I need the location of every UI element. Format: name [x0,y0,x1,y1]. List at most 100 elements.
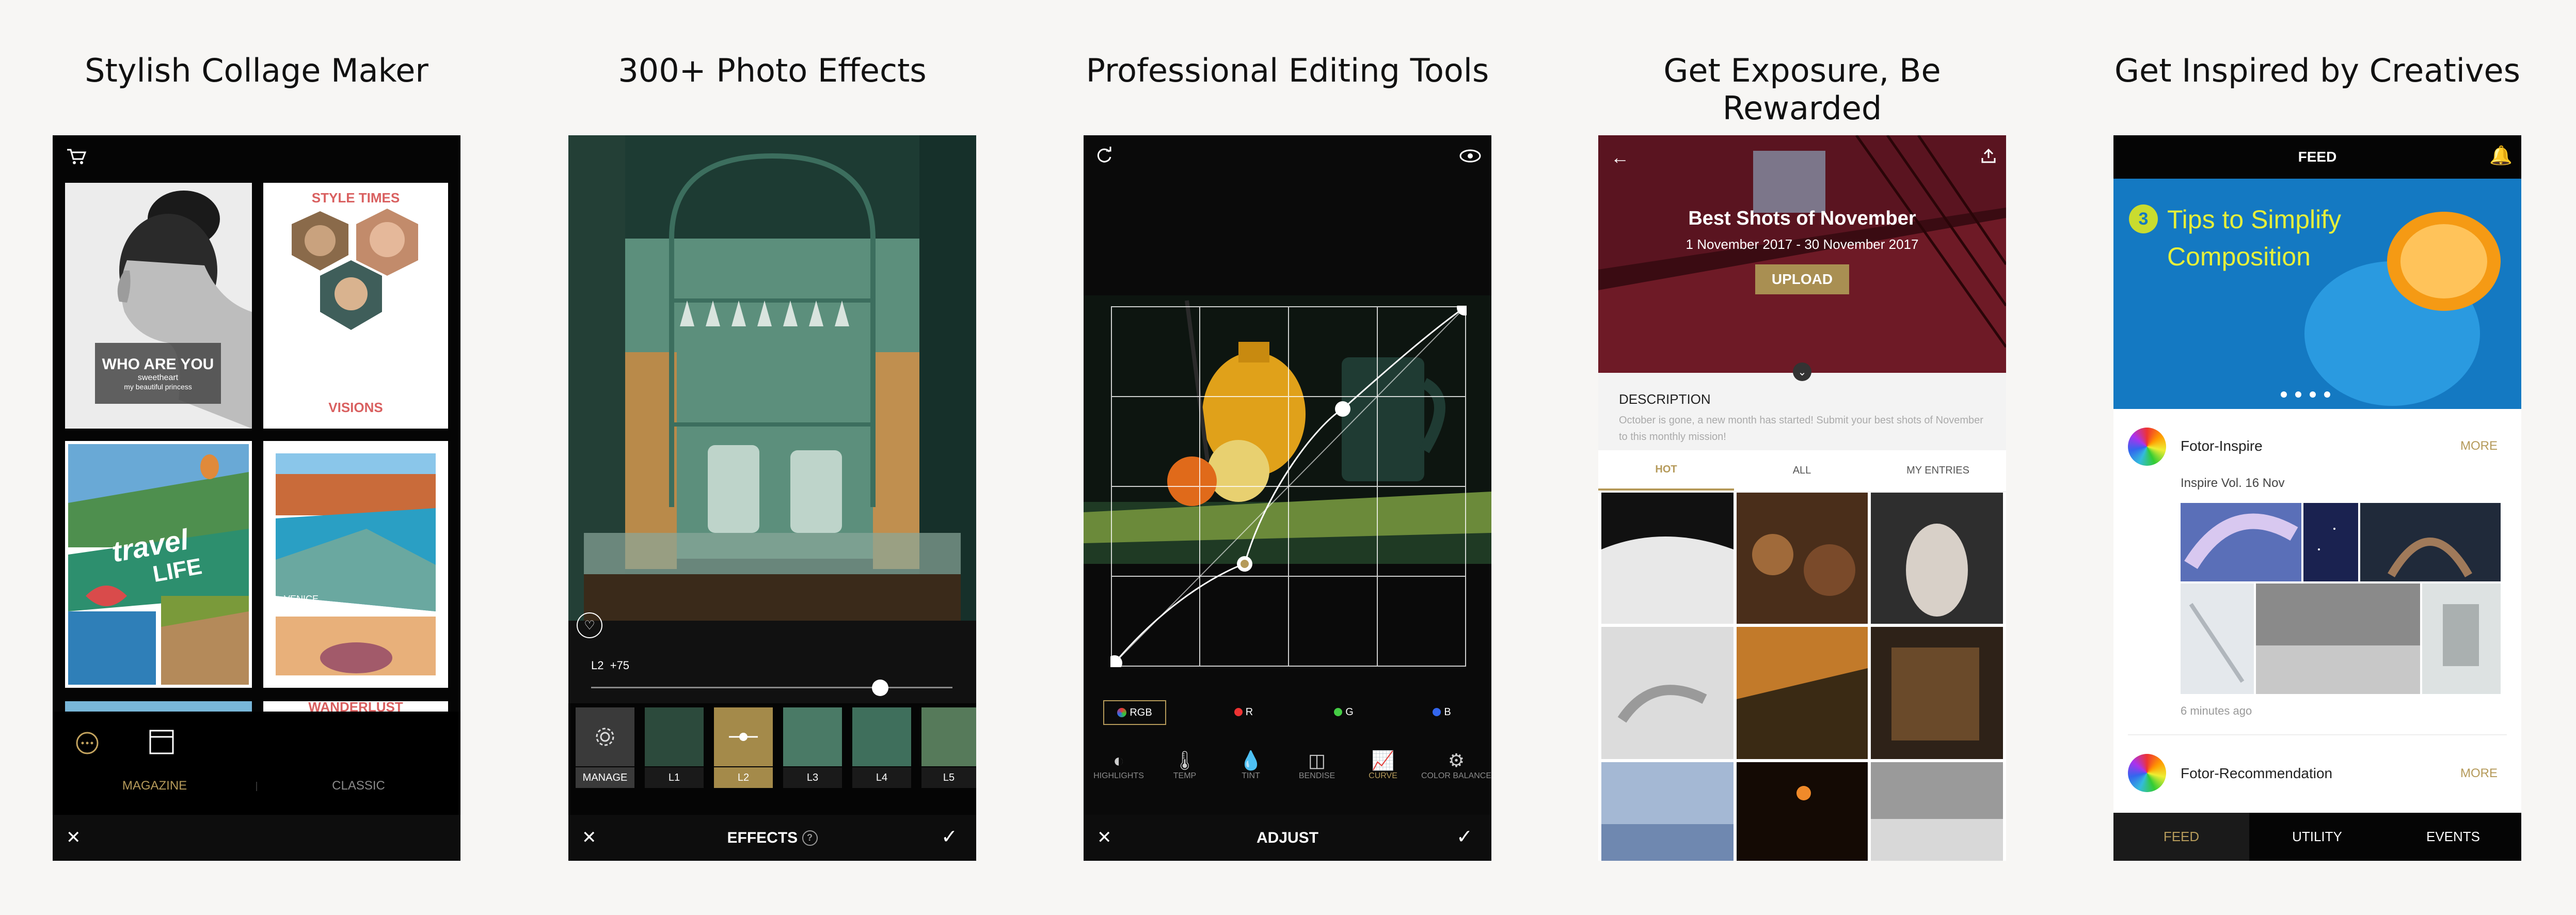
grid-photo-2[interactable] [1737,493,1868,624]
caption-effects: 300+ Photo Effects [618,52,927,89]
layout-icon[interactable] [149,729,174,755]
post2-user[interactable]: Fotor-Recommendation [2181,765,2332,782]
fotor-recommendation-avatar[interactable] [2128,754,2166,792]
tool-tint[interactable]: 💧 TINT [1225,750,1277,781]
share-icon[interactable] [1980,148,1997,164]
red-dot-icon [1234,708,1243,716]
post1-photo-5[interactable] [2256,583,2420,694]
effect-strength-slider-track[interactable] [591,687,952,688]
manage-tile[interactable] [576,707,634,766]
chevron-down-icon[interactable]: ⌄ [1793,362,1811,381]
card-line1: sweetheart [137,373,179,382]
color-balance-icon: ⚙ [1448,750,1465,771]
effect-strength-slider-thumb[interactable] [872,680,888,696]
post1-photo-1[interactable] [2181,503,2301,581]
description-label: DESCRIPTION [1619,391,1711,407]
reset-icon[interactable] [1095,147,1114,165]
caption-events: Get Exposure, Be Rewarded [1663,52,1941,127]
grid-photo-7[interactable] [1601,762,1734,861]
cart-icon[interactable] [66,148,87,165]
panel-adjust: Professional Editing Tools RGB R G B ◐ H… [1084,0,1491,915]
grid-photo-8[interactable] [1737,762,1868,861]
channel-rgb[interactable]: RGB [1103,700,1166,725]
tab-hot[interactable]: HOT [1598,450,1734,491]
effect-thumb-l3[interactable] [783,707,842,766]
event-title: Best Shots of November [1688,208,1916,229]
panel-feed: Get Inspired by Creatives FEED 🔔 3 Tips … [2113,0,2521,915]
effect-thumb-l2-selected[interactable] [714,707,773,766]
bell-icon[interactable]: 🔔 [2489,145,2513,166]
phone-feed: FEED 🔔 3 Tips to Simplify Composition Fo… [2113,135,2521,861]
description-text: October is gone, a new month has started… [1619,415,1983,443]
close-icon[interactable]: ✕ [66,827,81,848]
venice-label: VENICE [284,594,319,604]
tab-all[interactable]: ALL [1734,450,1870,491]
tool-bendise[interactable]: ◫ BENDISE [1291,750,1343,781]
slider-adjust-icon [729,733,758,741]
post1-user[interactable]: Fotor-Inspire [2181,438,2263,454]
collage-card-venice[interactable]: VENICE [263,441,448,688]
feed-divider [2128,734,2507,735]
panel-events: Get Exposure, Be Rewarded ← Best Shots o… [1598,0,2006,915]
tab-my-entries[interactable]: MY ENTRIES [1870,450,2006,491]
wanderlust-label: WANDERLUST [308,701,403,712]
card2-footer: VISIONS [328,400,383,415]
nav-feed[interactable]: FEED [2113,813,2249,861]
post1-photo-6[interactable] [2422,583,2501,694]
favorite-heart-icon[interactable]: ♡ [577,612,602,638]
collage-card-travel[interactable]: travel LIFE [65,441,252,688]
thumb-label-manage: MANAGE [576,767,634,788]
tool-color-balance[interactable]: ⚙ COLOR BALANCE [1420,750,1491,781]
thumb-label-l1: L1 [645,767,704,788]
channel-g[interactable]: G [1328,703,1359,721]
tone-curve-grid[interactable] [1110,306,1467,667]
post1-more-link[interactable]: MORE [2460,439,2498,453]
preview-eye-icon[interactable] [1459,149,1481,163]
effect-thumb-l1[interactable] [645,707,704,766]
confirm-check-icon[interactable]: ✓ [1456,825,1473,848]
post2-more-link[interactable]: MORE [2460,766,2498,781]
card-line2: my beautiful princess [124,383,192,391]
effect-thumb-l4[interactable] [852,707,911,766]
collage-card-partial-right[interactable]: WANDERLUST [263,701,448,712]
tool-highlights[interactable]: ◐ HIGHLIGHTS [1093,750,1144,781]
feed-banner[interactable]: 3 Tips to Simplify Composition [2113,179,2521,409]
tab-classic[interactable]: CLASSIC [257,779,460,793]
collage-card-partial-left[interactable] [65,701,252,712]
grid-photo-3[interactable] [1871,493,2003,624]
post1-photo-4[interactable] [2181,583,2254,694]
highlights-icon: ◐ [1113,750,1124,771]
back-arrow-icon[interactable]: ← [1611,147,1629,168]
tool-temp[interactable]: 🌡 TEMP [1159,750,1211,781]
upload-button[interactable]: UPLOAD [1755,264,1849,294]
banner-line1: Tips to Simplify [2167,205,2342,234]
help-icon[interactable]: ? [802,830,818,846]
caption-feed: Get Inspired by Creatives [2114,52,2520,89]
tab-magazine[interactable]: MAGAZINE [53,779,257,793]
post1-time: 6 minutes ago [2181,704,2252,717]
grid-photo-9[interactable] [1871,762,2003,861]
collage-card-portrait[interactable]: WHO ARE YOU sweetheart my beautiful prin… [65,183,252,429]
nav-utility[interactable]: UTILITY [2249,813,2385,861]
feed-header-title: FEED [2298,149,2337,165]
confirm-check-icon[interactable]: ✓ [941,825,958,848]
event-dates: 1 November 2017 - 30 November 2017 [1685,236,1919,252]
effect-thumb-l5[interactable] [921,707,976,766]
grid-photo-6[interactable] [1871,627,2003,759]
grid-photo-4[interactable] [1601,627,1734,759]
more-icon[interactable] [75,731,99,755]
grid-photo-5[interactable] [1737,627,1868,759]
post1-photo-3[interactable] [2360,503,2501,581]
feed-bottom-nav: FEED UTILITY EVENTS [2113,813,2521,861]
banner-number-badge: 3 [2129,204,2158,233]
events-tabs: HOT ALL MY ENTRIES [1598,450,2006,492]
post1-photo-2[interactable] [2303,503,2358,581]
channel-b[interactable]: B [1426,703,1457,721]
fotor-inspire-avatar[interactable] [2128,428,2166,466]
banner-line2: Composition [2167,242,2311,271]
collage-card-style[interactable]: STYLE TIMES VISIONS [263,183,448,429]
nav-events[interactable]: EVENTS [2385,813,2521,861]
tool-curve-selected[interactable]: 📈 CURVE [1357,750,1409,781]
channel-r[interactable]: R [1228,703,1259,721]
grid-photo-1[interactable] [1601,493,1734,624]
